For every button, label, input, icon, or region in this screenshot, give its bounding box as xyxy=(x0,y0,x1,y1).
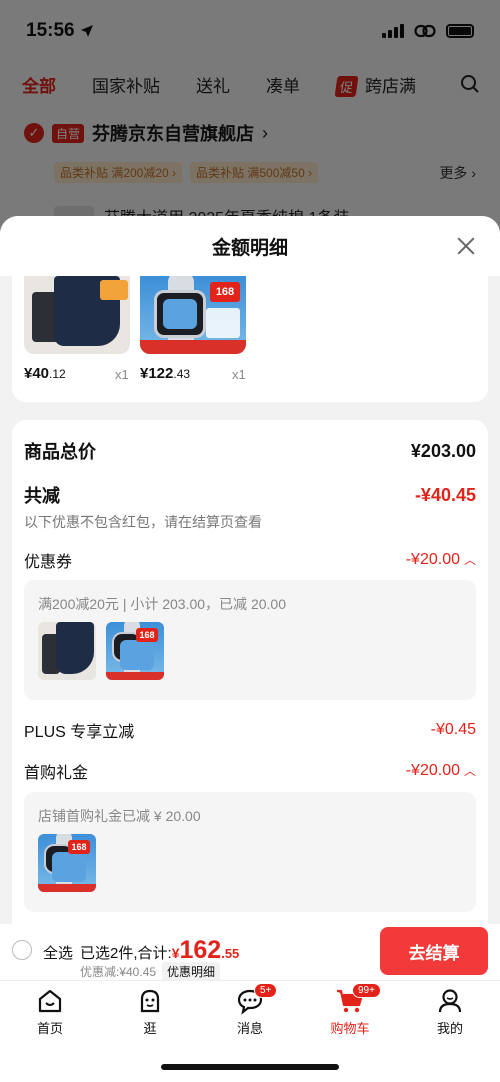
reduction-note: 以下优惠不包含红包，请在结算页查看 xyxy=(24,514,262,530)
tab-browse-label: 逛 xyxy=(143,1021,157,1036)
products-card: ¥40.12 x1 168 ¥122.43 x1 xyxy=(12,276,488,402)
sheet-header: 金额明细 xyxy=(0,216,500,276)
coupon-product-thumb xyxy=(38,622,96,680)
tab-browse[interactable]: 逛 xyxy=(110,987,190,1037)
product-image-watch: 168 xyxy=(140,276,246,354)
total-reduction-row: 共减 -¥40.45 xyxy=(24,482,476,508)
price-details-card: 商品总价 ¥203.00 共减 -¥40.45 以下优惠不包含红包，请在结算页查… xyxy=(12,420,488,924)
amount-detail-sheet: 金额明细 ¥40.12 x1 168 ¥122.43 x1 商品总价 ¥203.… xyxy=(0,216,500,924)
chevron-up-icon: ︿ xyxy=(463,764,476,778)
total-amount-integer: 162 xyxy=(179,936,222,964)
total-price-row: 商品总价 ¥203.00 xyxy=(24,438,476,464)
tab-cart-label: 购物车 xyxy=(330,1021,370,1036)
product-item[interactable]: 168 xyxy=(140,276,246,354)
product-image-clothing xyxy=(24,276,130,354)
discount-amount: 优惠减:¥40.45 xyxy=(80,965,157,979)
product-quantity: x1 xyxy=(115,367,129,382)
tab-messages[interactable]: 5+ 消息 xyxy=(210,983,290,1037)
selected-count-text: 已选2件,合计: xyxy=(80,945,172,962)
plus-discount-row: PLUS 专享立减 -¥0.45 xyxy=(24,718,476,742)
tab-home[interactable]: 首页 xyxy=(10,987,90,1037)
first-purchase-gift-value: -¥20.00 ︿ xyxy=(405,762,476,779)
tab-home-label: 首页 xyxy=(36,1021,63,1036)
gift-detail-box: 店铺首购礼金已减 ¥ 20.00 168 xyxy=(24,792,476,912)
home-icon xyxy=(38,989,62,1013)
coupon-product-thumb: 168 xyxy=(106,622,164,680)
total-reduction-label: 共减 xyxy=(24,486,60,506)
tab-cart[interactable]: 99+ 购物车 xyxy=(310,983,390,1037)
sheet-title: 金额明细 xyxy=(211,237,288,259)
browse-face-icon xyxy=(140,989,160,1013)
total-amount-decimal: .55 xyxy=(221,946,240,961)
coupon-label: 优惠券 xyxy=(24,554,73,571)
gift-product-thumb: 168 xyxy=(38,834,96,892)
discount-detail-button[interactable]: 优惠明细 xyxy=(162,962,221,981)
total-price-value: ¥203.00 xyxy=(410,440,476,461)
coupon-description: 满200减20元 | 小计 203.00，已减 20.00 xyxy=(38,596,286,612)
plus-discount-label: PLUS 专享立减 xyxy=(24,724,135,741)
order-total: 已选2件,合计:¥162.55 xyxy=(80,936,239,965)
chevron-up-icon: ︿ xyxy=(463,553,476,567)
product-quantity: x1 xyxy=(232,367,246,382)
discount-line: 优惠减:¥40.45 优惠明细 xyxy=(80,962,221,981)
first-purchase-gift-row[interactable]: 首购礼金 -¥20.00 ︿ xyxy=(24,759,476,783)
checkout-bar: 全选 已选2件,合计:¥162.55 优惠减:¥40.45 优惠明细 去结算 xyxy=(0,924,500,981)
gift-description: 店铺首购礼金已减 ¥ 20.00 xyxy=(38,808,201,824)
tab-profile[interactable]: 我的 xyxy=(410,987,490,1037)
plus-discount-value: -¥0.45 xyxy=(430,721,476,738)
total-reduction-value: -¥40.45 xyxy=(414,484,476,505)
cart-badge: 99+ xyxy=(352,983,381,998)
messages-badge: 5+ xyxy=(254,983,278,998)
close-icon[interactable] xyxy=(450,230,482,262)
coupon-value: -¥20.00 ︿ xyxy=(405,551,476,568)
coupon-row[interactable]: 优惠券 -¥20.00 ︿ xyxy=(24,548,476,572)
tab-messages-label: 消息 xyxy=(236,1021,263,1036)
home-indicator[interactable] xyxy=(161,1064,339,1070)
tab-profile-label: 我的 xyxy=(436,1021,463,1036)
profile-icon xyxy=(438,989,462,1013)
product-price: ¥122.43 xyxy=(140,365,191,382)
select-all-label[interactable]: 全选 xyxy=(43,942,73,963)
product-price: ¥40.12 xyxy=(24,365,66,382)
first-purchase-gift-label: 首购礼金 xyxy=(24,765,89,782)
checkout-button[interactable]: 去结算 xyxy=(380,927,488,975)
total-price-label: 商品总价 xyxy=(24,442,96,462)
coupon-detail-box: 满200减20元 | 小计 203.00，已减 20.00 168 xyxy=(24,580,476,700)
select-all-radio[interactable] xyxy=(12,940,32,960)
product-item[interactable] xyxy=(24,276,130,354)
